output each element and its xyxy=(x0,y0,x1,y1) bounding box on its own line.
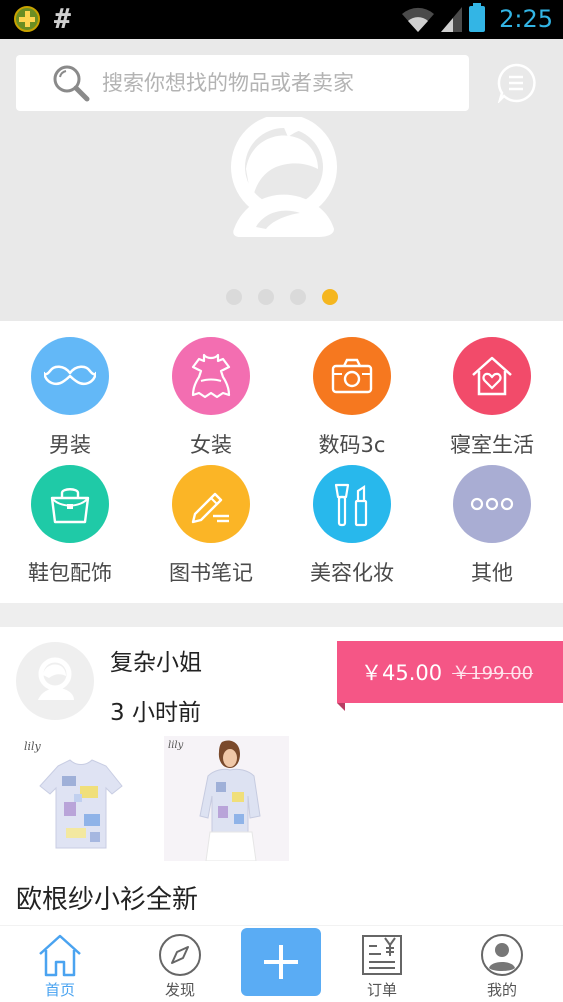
category-label: 鞋包配饰 xyxy=(28,561,112,585)
status-bar: # 2:25 xyxy=(0,0,563,39)
nav-label: 我的 xyxy=(486,981,517,999)
nav-orders[interactable]: 订单 xyxy=(332,926,432,1000)
signal-icon xyxy=(441,7,463,32)
makeup-brush-icon xyxy=(313,465,391,543)
category-shoes-bags[interactable]: 鞋包配饰 xyxy=(0,465,140,587)
carousel-dots xyxy=(226,289,338,305)
user-icon xyxy=(481,934,523,976)
price-tag: ￥45.00 ￥199.00 xyxy=(337,641,563,711)
nav-profile[interactable]: 我的 xyxy=(452,926,552,1000)
section-divider xyxy=(0,603,563,627)
handbag-icon xyxy=(31,465,109,543)
nav-label: 首页 xyxy=(44,981,75,999)
category-label: 其他 xyxy=(471,561,513,585)
listing-photo[interactable]: lily xyxy=(18,736,143,861)
listing-title[interactable]: 欧根纱小衫全新 xyxy=(16,879,198,916)
search-icon xyxy=(53,65,90,102)
home-icon xyxy=(39,934,81,977)
bottom-nav: 首页 发现 订单 我的 xyxy=(0,925,563,1002)
listing-photo[interactable]: lily xyxy=(164,736,289,861)
home-heart-icon xyxy=(453,337,531,415)
nav-discover[interactable]: 发现 xyxy=(130,926,230,1000)
category-grid: 男装 女装 数码3c 寝室生活 鞋包配饰 图书笔记 美容化妆 其他 xyxy=(0,321,563,603)
app-notification-icon xyxy=(14,6,40,32)
category-dorm-life[interactable]: 寝室生活 xyxy=(422,337,562,459)
carousel-dot[interactable] xyxy=(290,289,306,305)
category-label: 男装 xyxy=(49,433,91,457)
clock-time: 2:25 xyxy=(499,5,553,33)
category-digital[interactable]: 数码3c xyxy=(282,337,422,459)
category-beauty[interactable]: 美容化妆 xyxy=(282,465,422,587)
dress-icon xyxy=(172,337,250,415)
post-time: 3 小时前 xyxy=(110,700,201,726)
category-books-notes[interactable]: 图书笔记 xyxy=(141,465,281,587)
category-mens[interactable]: 男装 xyxy=(0,337,140,459)
category-label: 美容化妆 xyxy=(310,561,394,585)
rabbit-logo-icon xyxy=(231,117,337,237)
hash-icon: # xyxy=(54,2,71,35)
carousel-dot-active[interactable] xyxy=(322,289,338,305)
menu-icon[interactable] xyxy=(496,63,536,103)
more-dots-icon xyxy=(453,465,531,543)
camera-icon xyxy=(313,337,391,415)
category-womens[interactable]: 女装 xyxy=(141,337,281,459)
banner-carousel[interactable]: 搜索你想找的物品或者卖家 xyxy=(0,39,563,321)
mustache-icon xyxy=(31,337,109,415)
carousel-dot[interactable] xyxy=(226,289,242,305)
search-input[interactable]: 搜索你想找的物品或者卖家 xyxy=(16,55,469,111)
battery-icon xyxy=(469,3,486,32)
price-current: ￥45.00 xyxy=(361,661,443,685)
price-original: ￥199.00 xyxy=(452,663,534,684)
category-label: 数码3c xyxy=(318,433,386,457)
wifi-icon xyxy=(402,7,435,33)
nav-home[interactable]: 首页 xyxy=(10,926,110,1000)
avatar[interactable] xyxy=(16,642,94,720)
category-label: 女装 xyxy=(190,433,232,457)
photo-brand-logo: lily xyxy=(168,740,184,751)
nav-label: 发现 xyxy=(164,981,195,999)
photo-brand-logo: lily xyxy=(24,740,42,753)
carousel-dot[interactable] xyxy=(258,289,274,305)
order-receipt-icon xyxy=(362,935,402,975)
compass-icon xyxy=(159,934,201,976)
pencil-note-icon xyxy=(172,465,250,543)
plus-icon xyxy=(264,945,298,979)
listing-card[interactable]: 复杂小姐 3 小时前 ￥45.00 ￥199.00 lily lily 欧根纱小… xyxy=(0,627,563,925)
publish-button[interactable] xyxy=(241,928,321,996)
search-placeholder: 搜索你想找的物品或者卖家 xyxy=(102,71,354,95)
rabbit-logo-icon xyxy=(38,657,74,700)
seller-name[interactable]: 复杂小姐 xyxy=(110,643,202,677)
category-other[interactable]: 其他 xyxy=(422,465,562,587)
category-label: 寝室生活 xyxy=(450,433,534,457)
nav-label: 订单 xyxy=(366,981,397,999)
category-label: 图书笔记 xyxy=(169,561,253,585)
